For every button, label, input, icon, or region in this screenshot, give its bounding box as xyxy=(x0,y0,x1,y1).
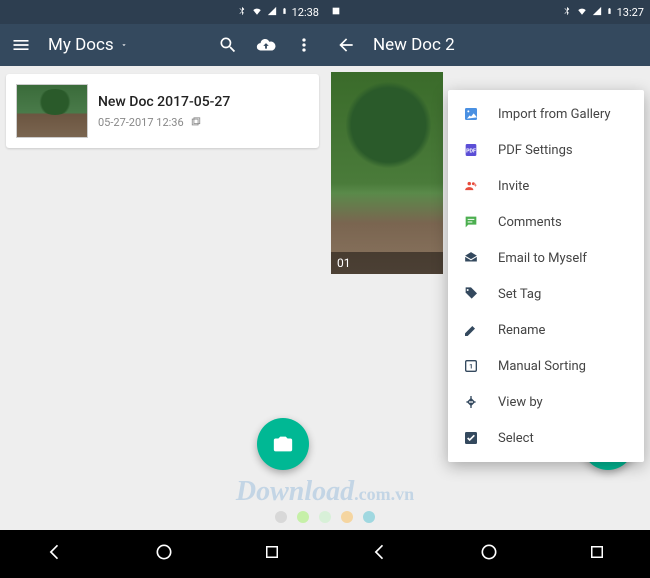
doc-row[interactable]: New Doc 2017-05-27 05-27-2017 12:36 xyxy=(6,74,319,148)
status-time: 12:38 xyxy=(292,6,319,19)
doc-meta: 05-27-2017 12:36 xyxy=(98,116,230,129)
menu-item-view-by[interactable]: View by xyxy=(448,384,644,420)
status-bar: 13:27 xyxy=(325,0,650,24)
menu-item-label: Comments xyxy=(498,215,562,230)
app-bar: New Doc 2 xyxy=(325,24,650,66)
cloud-icon[interactable] xyxy=(255,34,277,56)
chat-icon xyxy=(462,213,480,231)
pdf-icon: PDF xyxy=(462,141,480,159)
appbar-title[interactable]: New Doc 2 xyxy=(373,35,455,55)
hamburger-icon[interactable] xyxy=(10,34,32,56)
pager-dot[interactable] xyxy=(319,511,331,523)
group-icon xyxy=(462,177,480,195)
pager-dots xyxy=(275,511,375,523)
nav-bar xyxy=(0,530,325,578)
page-number: 01 xyxy=(331,252,443,274)
app-bar: My Docs xyxy=(0,24,325,66)
back-arrow-icon[interactable] xyxy=(335,34,357,56)
menu-item-comments[interactable]: Comments xyxy=(448,204,644,240)
menu-item-label: Manual Sorting xyxy=(498,359,586,374)
pager-dot[interactable] xyxy=(363,511,375,523)
nav-home[interactable] xyxy=(479,542,499,566)
checkbox-icon xyxy=(462,429,480,447)
svg-text:PDF: PDF xyxy=(466,149,476,155)
viewby-icon xyxy=(462,393,480,411)
nav-bar xyxy=(325,530,650,578)
pencil-icon xyxy=(462,321,480,339)
signal-icon xyxy=(267,6,277,19)
menu-item-select[interactable]: Select xyxy=(448,420,644,456)
menu-item-invite[interactable]: Invite xyxy=(448,168,644,204)
menu-item-rename[interactable]: Rename xyxy=(448,312,644,348)
search-icon[interactable] xyxy=(217,34,239,56)
battery-icon xyxy=(606,5,613,20)
content-area: 01 Import from Gallery PDF PDF Settings Inv… xyxy=(325,66,650,530)
doc-info: New Doc 2017-05-27 05-27-2017 12:36 xyxy=(98,94,230,129)
menu-item-import-from-gallery[interactable]: Import from Gallery xyxy=(448,96,644,132)
doc-thumbnail xyxy=(16,84,88,138)
signal-icon xyxy=(592,6,602,19)
notification-icon xyxy=(331,6,341,19)
menu-item-label: Import from Gallery xyxy=(498,107,611,122)
overflow-menu: Import from Gallery PDF PDF Settings Invite… xyxy=(448,90,644,462)
bluetooth-icon xyxy=(237,6,247,19)
menu-item-email-to-myself[interactable]: Email to Myself xyxy=(448,240,644,276)
menu-item-label: Invite xyxy=(498,179,529,194)
menu-item-set-tag[interactable]: Set Tag xyxy=(448,276,644,312)
content-area: New Doc 2017-05-27 05-27-2017 12:36 xyxy=(0,66,325,530)
nav-recent[interactable] xyxy=(263,543,281,565)
appbar-title[interactable]: My Docs xyxy=(48,35,128,55)
wifi-icon xyxy=(251,6,263,19)
pages-icon xyxy=(190,117,202,127)
phone-right: 13:27 New Doc 2 01 Import from Gallery PD… xyxy=(325,0,650,578)
battery-icon xyxy=(281,5,288,20)
menu-item-pdf-settings[interactable]: PDF PDF Settings xyxy=(448,132,644,168)
phone-left: 12:38 My Docs New Doc 2017-05-27 05-27-2… xyxy=(0,0,325,578)
more-icon[interactable] xyxy=(293,34,315,56)
menu-item-label: View by xyxy=(498,395,543,410)
sorting-icon: 1 xyxy=(462,357,480,375)
image-icon xyxy=(462,105,480,123)
menu-item-label: Email to Myself xyxy=(498,251,587,266)
menu-item-label: Select xyxy=(498,431,534,446)
page-thumbnail[interactable]: 01 xyxy=(331,72,443,274)
menu-item-label: Rename xyxy=(498,323,545,338)
menu-item-label: PDF Settings xyxy=(498,143,573,158)
bluetooth-icon xyxy=(562,6,572,19)
pager-dot[interactable] xyxy=(297,511,309,523)
nav-back[interactable] xyxy=(370,542,390,566)
menu-item-label: Set Tag xyxy=(498,287,541,302)
nav-back[interactable] xyxy=(45,542,65,566)
tag-icon xyxy=(462,285,480,303)
doc-name: New Doc 2017-05-27 xyxy=(98,94,230,110)
menu-item-manual-sorting[interactable]: 1 Manual Sorting xyxy=(448,348,644,384)
svg-text:1: 1 xyxy=(469,363,473,371)
wifi-icon xyxy=(576,6,588,19)
dropdown-icon xyxy=(120,41,128,49)
camera-fab[interactable] xyxy=(257,418,309,470)
nav-home[interactable] xyxy=(154,542,174,566)
status-time: 13:27 xyxy=(617,6,644,19)
email-icon xyxy=(462,249,480,267)
status-bar: 12:38 xyxy=(0,0,325,24)
pager-dot[interactable] xyxy=(275,511,287,523)
nav-recent[interactable] xyxy=(588,543,606,565)
pager-dot[interactable] xyxy=(341,511,353,523)
